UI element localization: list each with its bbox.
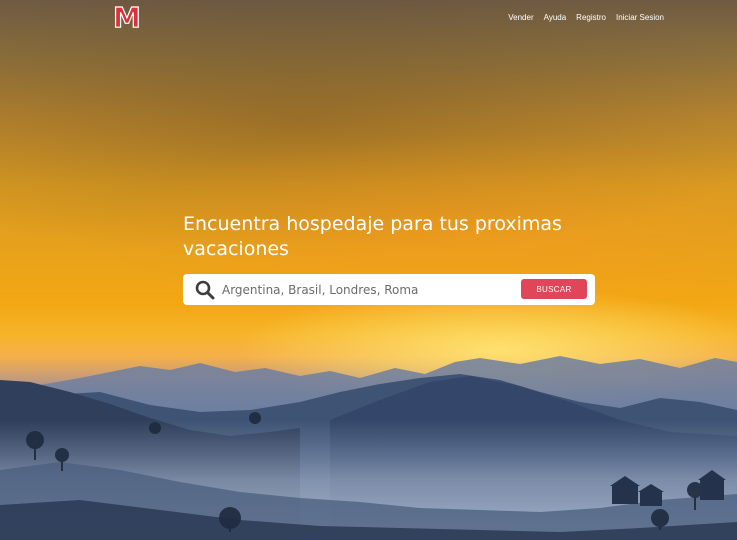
top-nav: Vender Ayuda Registro Iniciar Sesion [508, 13, 664, 22]
destination-search-input[interactable] [222, 279, 512, 301]
nav-link-iniciar-sesion[interactable]: Iniciar Sesion [616, 13, 664, 22]
brand-logo[interactable]: M [112, 2, 141, 33]
search-icon [195, 280, 215, 300]
landing-page: M Vender Ayuda Registro Iniciar Sesion E… [0, 0, 737, 540]
mountain-landscape-background [0, 356, 737, 540]
nav-link-vender[interactable]: Vender [508, 13, 533, 22]
nav-link-ayuda[interactable]: Ayuda [544, 13, 567, 22]
nav-link-registro[interactable]: Registro [576, 13, 606, 22]
search-button[interactable]: BUSCAR [521, 279, 587, 299]
hero-title: Encuentra hospedaje para tus proximas va… [183, 213, 562, 260]
search-bar: BUSCAR [183, 274, 595, 305]
